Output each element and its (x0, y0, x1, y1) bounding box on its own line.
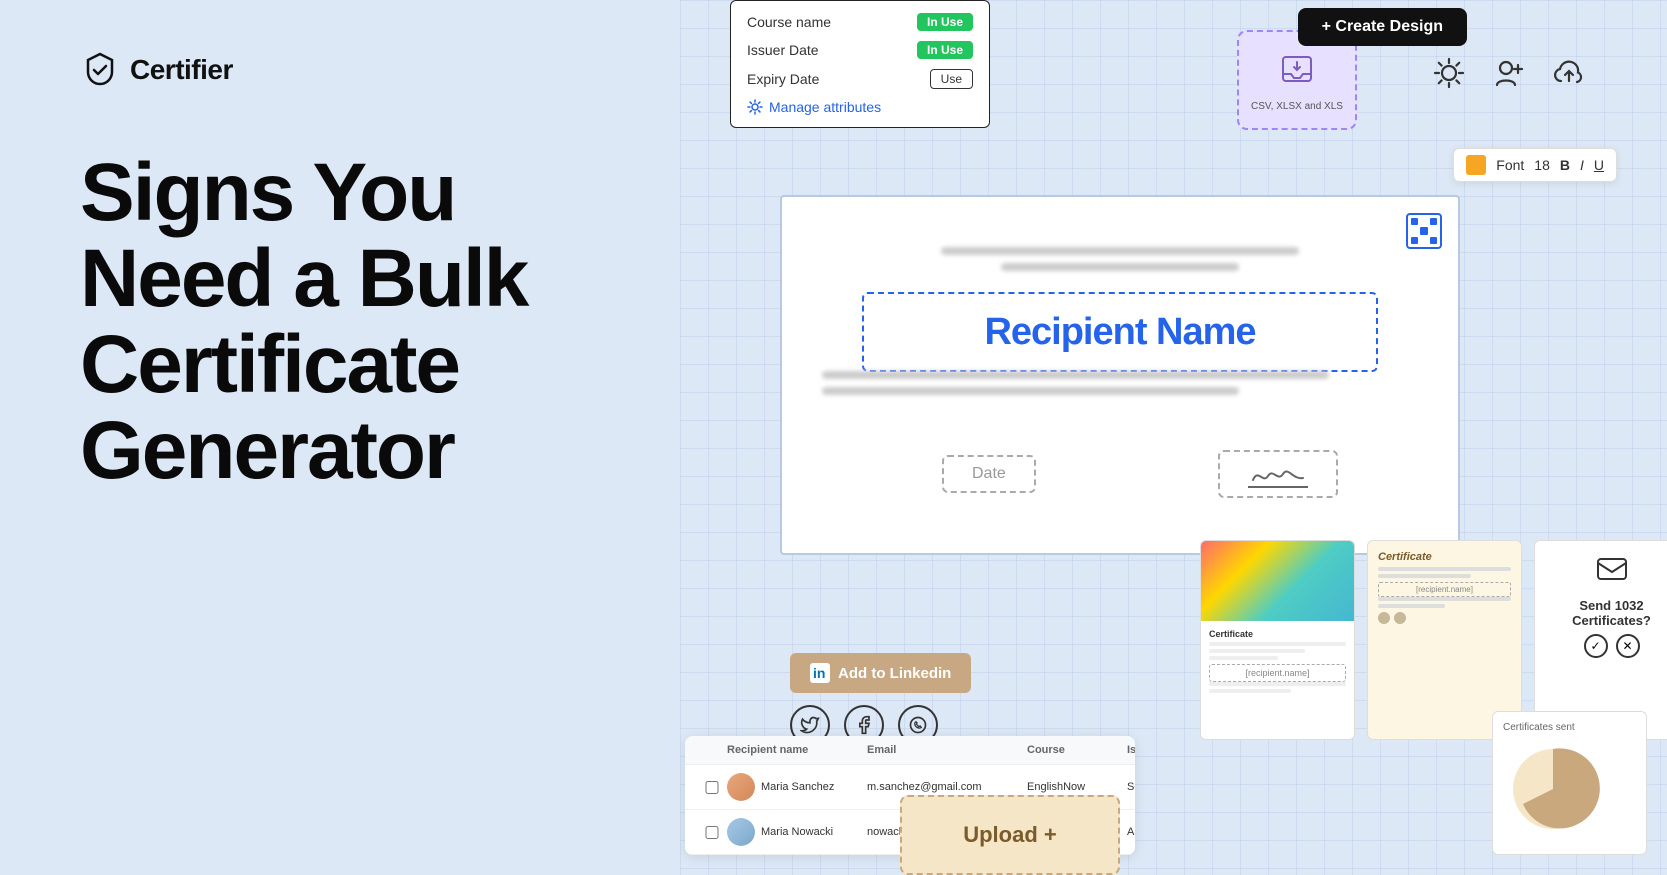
color-swatch[interactable] (1466, 155, 1486, 175)
attr-label-issuer: Issuer Date (747, 42, 819, 58)
certifier-logo-icon (80, 50, 120, 90)
td-email-1: m.sanchez@gmail.com (867, 781, 1027, 793)
attr-label-course: Course name (747, 14, 831, 30)
bold-button[interactable]: B (1560, 157, 1570, 173)
gear-icon-toolbar[interactable] (1431, 55, 1467, 91)
cert-date-text: Date (972, 465, 1006, 482)
cert-body-line-1 (822, 371, 1329, 379)
svg-text:in: in (813, 665, 825, 681)
attr-label-expiry: Expiry Date (747, 71, 819, 87)
recipient-name-box[interactable]: Recipient Name (862, 292, 1378, 372)
linkedin-icon: in (810, 663, 830, 683)
upload-button[interactable]: Upload + (900, 795, 1120, 875)
qr-code-corner (1406, 213, 1442, 249)
cert-body-line-2 (822, 387, 1239, 395)
avatar-2 (727, 818, 755, 846)
whatsapp-icon (908, 715, 928, 735)
attributes-panel: Course name In Use Issuer Date In Use Ex… (730, 0, 990, 128)
cert-card-header-colorful (1201, 541, 1354, 621)
logo-area: Certifier (80, 50, 600, 90)
inbox-icon (1277, 49, 1317, 89)
cert-title-line (941, 247, 1299, 255)
add-user-icon[interactable] (1491, 55, 1527, 91)
badge-inuse-issuer[interactable]: In Use (917, 41, 973, 59)
cert-title-label: Certificate (1209, 629, 1346, 639)
td-date-2: Aug 1st, 2021 (1127, 826, 1135, 838)
recipient-placeholder-small: [recipient.name] (1209, 664, 1346, 682)
twitter-icon (800, 715, 820, 735)
font-size-label[interactable]: 18 (1534, 157, 1550, 173)
cert-title-cursive: Certificate (1378, 551, 1511, 563)
pie-chart-area: Certificates sent (1492, 711, 1647, 855)
font-toolbar: Font 18 B I U (1453, 148, 1617, 182)
confirm-check[interactable]: ✓ (1584, 634, 1608, 658)
signature-line (1248, 460, 1308, 488)
row-checkbox-2[interactable] (697, 826, 727, 839)
attr-row-expiry: Expiry Date Use (747, 69, 973, 89)
font-name-label[interactable]: Font (1496, 157, 1524, 173)
csv-label: CSV, XLSX and XLS (1251, 101, 1343, 112)
row-checkbox-1[interactable] (697, 781, 727, 794)
upload-cloud-icon[interactable] (1551, 55, 1587, 91)
linkedin-button[interactable]: in Add to Linkedin (790, 653, 971, 693)
table-header: Recipient name Email Course Issue date (685, 736, 1135, 765)
pie-chart-svg (1503, 739, 1603, 839)
table-col-course: Course (1027, 744, 1127, 756)
facebook-icon (854, 715, 874, 735)
send-dialog: Send 1032 Certificates? ✓ ✕ (1534, 540, 1667, 740)
mail-icon (1596, 553, 1628, 592)
table-col-email: Email (867, 744, 1027, 756)
table-col-name: Recipient name (727, 744, 867, 756)
signature-squiggle (1248, 460, 1308, 488)
cert-subtitle-line (1001, 263, 1239, 271)
confirm-row: ✓ ✕ (1584, 634, 1640, 658)
italic-button[interactable]: I (1580, 157, 1584, 173)
recipient-placeholder-cream: [recipient.name] (1378, 582, 1511, 597)
cert-card-colorful: Certificate [recipient.name] (1200, 540, 1355, 740)
table-col-checkbox (697, 744, 727, 756)
recipient-name-text: Recipient Name (984, 311, 1255, 354)
td-date-1: Sep 1st, 2021 (1127, 781, 1135, 793)
td-name-2: Maria Nowacki (761, 826, 833, 838)
td-course-1: EnglishNow (1027, 781, 1127, 793)
icon-row (1431, 55, 1587, 91)
headline: Signs You Need a Bulk Certificate Genera… (80, 150, 600, 494)
create-design-button[interactable]: + Create Design (1298, 8, 1467, 46)
right-panel: Course name In Use Issuer Date In Use Ex… (680, 0, 1667, 875)
left-panel: Certifier Signs You Need a Bulk Certific… (0, 0, 680, 875)
badge-inuse-course[interactable]: In Use (917, 13, 973, 31)
attr-row-issuer: Issuer Date In Use (747, 41, 973, 59)
gear-icon (747, 99, 763, 115)
certificate-editor[interactable]: Recipient Name Date (780, 195, 1460, 555)
badge-use-expiry[interactable]: Use (930, 69, 973, 89)
csv-upload-icon (1277, 49, 1317, 97)
cert-cards-area: Certificate [recipient.name] Certificate… (1200, 540, 1667, 740)
linkedin-label: Add to Linkedin (838, 665, 951, 682)
cert-date-box[interactable]: Date (942, 455, 1036, 493)
manage-attributes-link[interactable]: Manage attributes (747, 99, 973, 115)
cert-signature-box[interactable] (1218, 450, 1338, 498)
td-name-1: Maria Sanchez (761, 781, 834, 793)
table-col-date: Issue date (1127, 744, 1135, 756)
cert-card-cream: Certificate [recipient.name] (1367, 540, 1522, 740)
social-section: in Add to Linkedin (790, 653, 971, 745)
attr-row-course: Course name In Use (747, 13, 973, 31)
confirm-x[interactable]: ✕ (1616, 634, 1640, 658)
logo-text: Certifier (130, 54, 233, 86)
avatar-1 (727, 773, 755, 801)
certificate-editor-inner: Recipient Name Date (782, 197, 1458, 553)
send-dialog-text: Send 1032 Certificates? (1547, 598, 1667, 628)
pie-chart-title: Certificates sent (1503, 722, 1636, 733)
manage-attributes-label[interactable]: Manage attributes (769, 99, 881, 115)
underline-button[interactable]: U (1594, 157, 1604, 173)
